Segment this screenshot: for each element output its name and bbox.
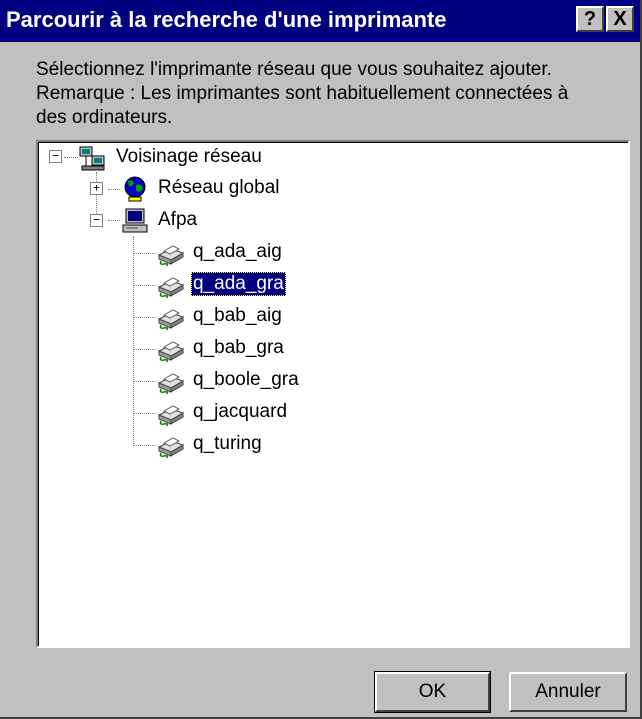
close-button[interactable]: X (606, 6, 634, 32)
instruction-line-3: des ordinateurs. (36, 107, 173, 128)
window-title: Parcourir à la recherche d'une imprimant… (6, 7, 447, 32)
tree-connector (133, 285, 155, 286)
printer-icon (155, 431, 185, 459)
instruction-line-1: Sélectionnez l'imprimante réseau que vou… (36, 59, 552, 80)
tree-connector (64, 157, 78, 158)
printer-icon (155, 239, 185, 267)
printer-label: q_boole_gra (193, 369, 299, 390)
expand-toggle-global[interactable]: + (90, 182, 103, 195)
tree-item-label: Voisinage réseau (116, 146, 262, 167)
printer-icon (155, 399, 185, 427)
printer-label: q_turing (193, 433, 262, 454)
printer-label-selected: q_ada_gra (191, 272, 286, 296)
globe-icon (124, 176, 146, 202)
instruction-text: Sélectionnez l'imprimante réseau que vou… (36, 58, 636, 130)
title-bar[interactable]: Parcourir à la recherche d'une imprimant… (0, 0, 640, 42)
tree-connector (133, 253, 155, 254)
printer-label: q_jacquard (193, 401, 288, 422)
cancel-button[interactable]: Annuler (509, 672, 627, 712)
collapse-toggle-root[interactable]: − (49, 150, 62, 163)
tree-connector (108, 220, 120, 221)
instruction-line-2: Remarque : Les imprimantes sont habituel… (36, 83, 569, 104)
printer-icon (155, 271, 185, 299)
collapse-toggle-afpa[interactable]: − (90, 214, 103, 227)
tree-connector (133, 381, 155, 382)
tree-connector (133, 445, 155, 446)
printer-icon (155, 335, 185, 363)
help-button[interactable]: ? (576, 6, 604, 32)
browse-printer-dialog: Parcourir à la recherche d'une imprimant… (0, 0, 642, 719)
tree-item-label: Afpa (158, 209, 198, 230)
printer-label: q_ada_aig (193, 241, 282, 262)
printer-tree-view[interactable]: − Voisinage réseau + Réseau global − Afp… (36, 140, 630, 648)
tree-connector (133, 317, 155, 318)
tree-connector (133, 413, 155, 414)
printer-icon (155, 303, 185, 331)
printer-label: q_bab_gra (193, 337, 284, 358)
printer-icon (155, 367, 185, 395)
ok-button[interactable]: OK (375, 672, 490, 712)
printer-label: q_bab_aig (193, 305, 282, 326)
tree-connector (133, 349, 155, 350)
tree-connector (133, 236, 134, 446)
tree-connector (108, 189, 120, 190)
computer-icon (122, 208, 148, 233)
network-neighborhood-icon (79, 146, 105, 171)
tree-item-label: Réseau global (158, 177, 280, 198)
